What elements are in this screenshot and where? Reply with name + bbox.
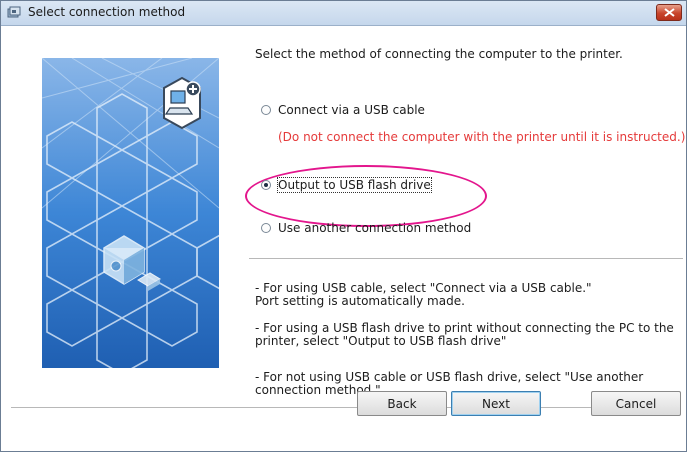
note-usb-cable: - For using USB cable, select "Connect v…: [255, 281, 592, 308]
option-usb-cable[interactable]: Connect via a USB cable: [261, 103, 425, 117]
next-button[interactable]: Next: [451, 391, 541, 416]
option-usb-flash-drive[interactable]: Output to USB flash drive: [261, 177, 432, 193]
computer-plus-icon: [163, 76, 201, 130]
divider-bottom: [11, 407, 676, 409]
app-icon: [7, 6, 21, 20]
usb-flash-drive-label[interactable]: Output to USB flash drive: [277, 177, 432, 193]
back-button[interactable]: Back: [357, 391, 447, 416]
other-method-label[interactable]: Use another connection method: [278, 221, 471, 235]
usb-cable-label[interactable]: Connect via a USB cable: [278, 103, 425, 117]
option-other-method[interactable]: Use another connection method: [261, 221, 471, 235]
highlight-ellipse: [245, 165, 487, 227]
cancel-button[interactable]: Cancel: [591, 391, 681, 416]
window-title: Select connection method: [28, 5, 186, 19]
dialog-window: Select connection method Select the meth…: [0, 0, 687, 452]
other-method-radio[interactable]: [261, 223, 271, 233]
usb-flash-drive-radio[interactable]: [261, 180, 271, 190]
dialog-body: Select the method of connecting the comp…: [1, 26, 686, 451]
instruction-heading: Select the method of connecting the comp…: [255, 47, 623, 61]
usb-cable-radio[interactable]: [261, 105, 271, 115]
printer-connection-illustration: [42, 58, 219, 368]
close-button[interactable]: [656, 4, 682, 21]
usb-cable-warning: (Do not connect the computer with the pr…: [278, 130, 686, 144]
title-bar[interactable]: Select connection method: [1, 1, 686, 26]
note-usb-flash-drive: - For using a USB flash drive to print w…: [255, 321, 674, 348]
divider-top: [249, 258, 683, 260]
close-icon: [664, 8, 675, 17]
